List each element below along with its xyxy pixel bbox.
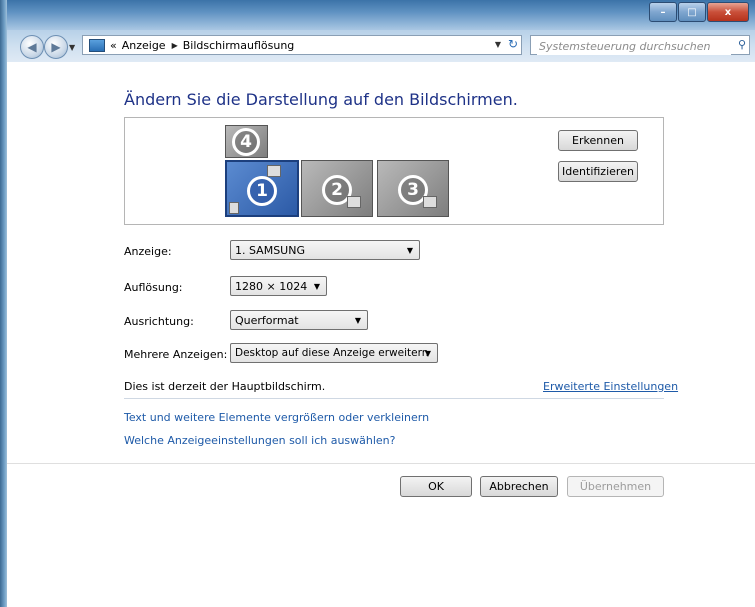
display-select-value: 1. SAMSUNG <box>235 243 305 257</box>
mini-window-icon <box>267 165 281 177</box>
monitor-number: 1 <box>247 176 277 206</box>
dropdown-arrow-icon: ▼ <box>354 316 361 325</box>
forward-arrow-icon: ▶ <box>51 40 61 54</box>
monitor-2[interactable]: 2 <box>301 160 373 217</box>
breadcrumb-separator-icon[interactable]: ▶ <box>172 41 178 50</box>
monitor-arrangement: 4 1 2 3 Erkennen Identifizieren <box>124 117 664 225</box>
control-panel-icon <box>89 38 105 52</box>
breadcrumb-display[interactable]: Anzeige <box>122 39 166 52</box>
cancel-button[interactable]: Abbrechen <box>480 476 558 497</box>
navigation-bar: ◀ ▶ ▼ « Anzeige ▶ Bildschirmauflösung ▼ … <box>0 30 755 62</box>
monitor-4[interactable]: 4 <box>225 125 268 158</box>
identify-button[interactable]: Identifizieren <box>558 161 638 182</box>
advanced-settings-link[interactable]: Erweiterte Einstellungen <box>543 380 678 393</box>
primary-display-text: Dies ist derzeit der Hauptbildschirm. <box>124 380 326 393</box>
display-label: Anzeige: <box>124 245 172 258</box>
resolution-select-value: 1280 × 1024 <box>235 279 308 293</box>
dropdown-arrow-icon: ▼ <box>313 282 320 291</box>
close-button[interactable]: x <box>707 2 749 22</box>
minimize-button[interactable]: – <box>649 2 677 22</box>
search-icon[interactable]: ⚲ <box>738 38 746 51</box>
monitor-3[interactable]: 3 <box>377 160 449 217</box>
title-bar[interactable]: – □ x <box>0 0 755 30</box>
multiple-displays-select-value: Desktop auf diese Anzeige erweitern <box>235 347 429 359</box>
orientation-select-value: Querformat <box>235 313 299 327</box>
footer-divider <box>7 463 755 464</box>
which-settings-link[interactable]: Welche Anzeigeeinstellungen soll ich aus… <box>124 434 396 447</box>
ok-button[interactable]: OK <box>400 476 472 497</box>
detect-button[interactable]: Erkennen <box>558 130 638 151</box>
maximize-button[interactable]: □ <box>678 2 706 22</box>
monitor-number: 4 <box>232 128 260 156</box>
multiple-displays-select[interactable]: Desktop auf diese Anzeige erweitern ▼ <box>230 343 438 363</box>
forward-button[interactable]: ▶ <box>44 35 68 59</box>
monitor-1[interactable]: 1 <box>225 160 299 217</box>
divider <box>124 398 664 399</box>
search-input[interactable] <box>537 37 731 55</box>
orientation-select[interactable]: Querformat ▼ <box>230 310 368 330</box>
multiple-displays-label: Mehrere Anzeigen: <box>124 348 228 361</box>
caption-buttons: – □ x <box>648 2 749 22</box>
dropdown-arrow-icon: ▼ <box>406 246 413 255</box>
mini-window-icon <box>229 202 239 214</box>
search-box: ⚲ <box>530 35 750 55</box>
dropdown-arrow-icon: ▼ <box>424 349 431 358</box>
refresh-icon[interactable]: ↻ <box>508 37 518 51</box>
apply-button[interactable]: Übernehmen <box>567 476 664 497</box>
back-button[interactable]: ◀ <box>20 35 44 59</box>
resolution-select[interactable]: 1280 × 1024 ▼ <box>230 276 327 296</box>
display-select[interactable]: 1. SAMSUNG ▼ <box>230 240 420 260</box>
address-dropdown-icon[interactable]: ▼ <box>495 40 501 49</box>
text-size-link[interactable]: Text und weitere Elemente vergrößern ode… <box>124 411 429 424</box>
history-dropdown-icon[interactable]: ▼ <box>69 43 75 52</box>
mini-window-icon <box>347 196 361 208</box>
breadcrumb-resolution[interactable]: Bildschirmauflösung <box>183 39 295 52</box>
page-title: Ändern Sie die Darstellung auf den Bilds… <box>124 90 518 109</box>
back-arrow-icon: ◀ <box>27 40 37 54</box>
mini-window-icon <box>423 196 437 208</box>
orientation-label: Ausrichtung: <box>124 315 194 328</box>
resolution-label: Auflösung: <box>124 281 183 294</box>
window-left-border <box>0 0 7 607</box>
address-bar[interactable]: « Anzeige ▶ Bildschirmauflösung ▼ ↻ <box>82 35 522 55</box>
window: – □ x ◀ ▶ ▼ « Anzeige ▶ Bildschirmauflös… <box>0 0 755 607</box>
breadcrumb-overflow[interactable]: « <box>110 39 117 52</box>
